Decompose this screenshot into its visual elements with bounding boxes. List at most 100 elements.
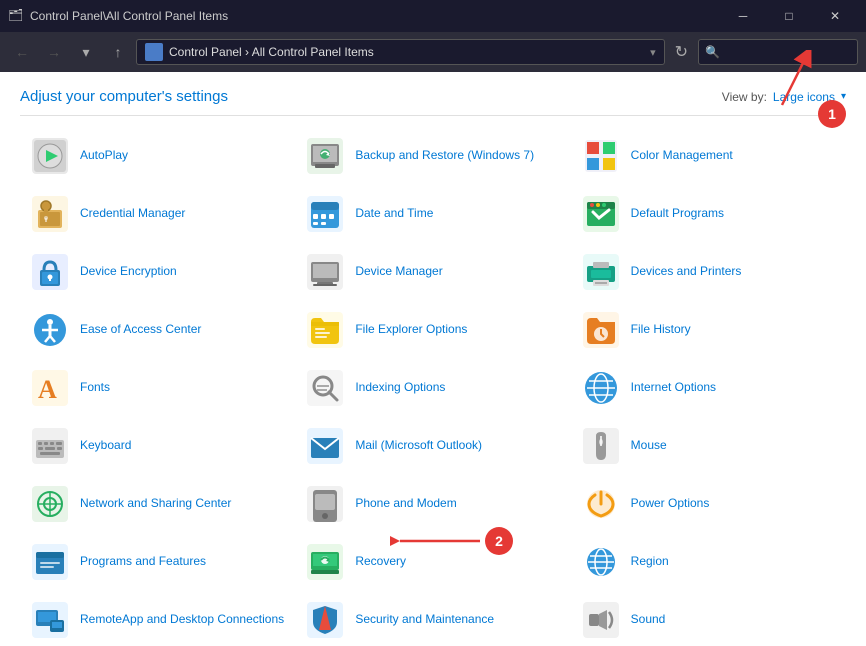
address-chevron[interactable]: ▾ bbox=[650, 46, 656, 59]
region-label: Region bbox=[631, 554, 669, 570]
cp-item-recovery[interactable]: Recovery bbox=[295, 534, 570, 590]
sound-label: Sound bbox=[631, 612, 666, 628]
cp-item-network-sharing[interactable]: Network and Sharing Center bbox=[20, 476, 295, 532]
mouse-icon bbox=[581, 426, 621, 466]
cp-item-power-options[interactable]: Power Options bbox=[571, 476, 846, 532]
cp-item-remoteapp[interactable]: RemoteApp and Desktop Connections bbox=[20, 592, 295, 646]
network-sharing-icon bbox=[30, 484, 70, 524]
view-by-value[interactable]: Large icons bbox=[773, 90, 835, 104]
cp-item-devices-printers[interactable]: Devices and Printers bbox=[571, 244, 846, 300]
view-by-chevron[interactable]: ▾ bbox=[841, 91, 846, 102]
color-management-icon bbox=[581, 136, 621, 176]
title-bar: 🗂 Control Panel\All Control Panel Items … bbox=[0, 0, 866, 32]
file-explorer-label: File Explorer Options bbox=[355, 322, 467, 338]
close-button[interactable]: ✕ bbox=[812, 0, 858, 32]
color-management-label: Color Management bbox=[631, 148, 733, 164]
recovery-label: Recovery bbox=[355, 554, 406, 570]
device-manager-icon bbox=[305, 252, 345, 292]
ease-access-icon bbox=[30, 310, 70, 350]
cp-item-mail[interactable]: Mail (Microsoft Outlook) bbox=[295, 418, 570, 474]
region-icon bbox=[581, 542, 621, 582]
view-by-control: View by: Large icons ▾ bbox=[722, 90, 846, 104]
cp-item-color-management[interactable]: Color Management bbox=[571, 128, 846, 184]
cp-item-sound[interactable]: Sound bbox=[571, 592, 846, 646]
cp-item-credential-manager[interactable]: Credential Manager bbox=[20, 186, 295, 242]
cp-item-region[interactable]: Region bbox=[571, 534, 846, 590]
address-input[interactable]: Control Panel › All Control Panel Items … bbox=[136, 39, 665, 65]
network-sharing-label: Network and Sharing Center bbox=[80, 496, 231, 512]
indexing-options-label: Indexing Options bbox=[355, 380, 445, 396]
device-encryption-icon bbox=[30, 252, 70, 292]
cp-item-default-programs[interactable]: Default Programs bbox=[571, 186, 846, 242]
keyboard-icon bbox=[30, 426, 70, 466]
minimize-button[interactable]: ─ bbox=[720, 0, 766, 32]
forward-button[interactable]: → bbox=[40, 38, 68, 66]
header-row: Adjust your computer's settings View by:… bbox=[20, 88, 846, 116]
cp-item-mouse[interactable]: Mouse bbox=[571, 418, 846, 474]
cp-item-file-explorer[interactable]: File Explorer Options bbox=[295, 302, 570, 358]
devices-printers-icon bbox=[581, 252, 621, 292]
cp-item-programs-features[interactable]: Programs and Features bbox=[20, 534, 295, 590]
date-time-icon bbox=[305, 194, 345, 234]
mail-label: Mail (Microsoft Outlook) bbox=[355, 438, 482, 454]
items-grid: AutoPlay Backup and Restore (Windows 7) … bbox=[20, 128, 846, 646]
app-window: 🗂 Control Panel\All Control Panel Items … bbox=[0, 0, 866, 646]
cp-item-device-manager[interactable]: Device Manager bbox=[295, 244, 570, 300]
file-explorer-icon bbox=[305, 310, 345, 350]
default-programs-label: Default Programs bbox=[631, 206, 724, 222]
dropdown-button[interactable]: ▾ bbox=[72, 38, 100, 66]
sound-icon bbox=[581, 600, 621, 640]
cp-item-autoplay[interactable]: AutoPlay bbox=[20, 128, 295, 184]
keyboard-label: Keyboard bbox=[80, 438, 131, 454]
search-box[interactable]: 🔍 bbox=[698, 39, 858, 65]
default-programs-icon bbox=[581, 194, 621, 234]
devices-printers-label: Devices and Printers bbox=[631, 264, 742, 280]
device-encryption-label: Device Encryption bbox=[80, 264, 177, 280]
phone-modem-icon bbox=[305, 484, 345, 524]
cp-item-ease-access[interactable]: Ease of Access Center bbox=[20, 302, 295, 358]
fonts-icon: A bbox=[30, 368, 70, 408]
file-history-icon bbox=[581, 310, 621, 350]
fonts-label: Fonts bbox=[80, 380, 110, 396]
power-options-icon bbox=[581, 484, 621, 524]
cp-item-fonts[interactable]: A Fonts bbox=[20, 360, 295, 416]
recovery-icon bbox=[305, 542, 345, 582]
window-icon: 🗂 bbox=[8, 8, 24, 24]
security-maintenance-label: Security and Maintenance bbox=[355, 612, 494, 628]
address-icon bbox=[145, 43, 163, 61]
file-history-label: File History bbox=[631, 322, 691, 338]
cp-item-file-history[interactable]: File History bbox=[571, 302, 846, 358]
security-maintenance-icon bbox=[305, 600, 345, 640]
backup-restore-label: Backup and Restore (Windows 7) bbox=[355, 148, 534, 164]
date-time-label: Date and Time bbox=[355, 206, 433, 222]
cp-item-internet-options[interactable]: Internet Options bbox=[571, 360, 846, 416]
cp-item-device-encryption[interactable]: Device Encryption bbox=[20, 244, 295, 300]
phone-modem-label: Phone and Modem bbox=[355, 496, 456, 512]
cp-item-keyboard[interactable]: Keyboard bbox=[20, 418, 295, 474]
internet-options-icon bbox=[581, 368, 621, 408]
window-controls: ─ □ ✕ bbox=[720, 0, 858, 32]
mail-icon bbox=[305, 426, 345, 466]
svg-text:A: A bbox=[38, 375, 57, 404]
device-manager-label: Device Manager bbox=[355, 264, 442, 280]
mouse-label: Mouse bbox=[631, 438, 667, 454]
refresh-button[interactable]: ↻ bbox=[669, 42, 694, 62]
programs-features-icon bbox=[30, 542, 70, 582]
indexing-options-icon bbox=[305, 368, 345, 408]
maximize-button[interactable]: □ bbox=[766, 0, 812, 32]
power-options-label: Power Options bbox=[631, 496, 710, 512]
up-button[interactable]: ↑ bbox=[104, 38, 132, 66]
address-text: Control Panel › All Control Panel Items bbox=[169, 45, 374, 59]
page-title: Adjust your computer's settings bbox=[20, 88, 228, 105]
cp-item-security-maintenance[interactable]: Security and Maintenance bbox=[295, 592, 570, 646]
remoteapp-icon bbox=[30, 600, 70, 640]
cp-item-phone-modem[interactable]: Phone and Modem bbox=[295, 476, 570, 532]
cp-item-backup-restore[interactable]: Backup and Restore (Windows 7) bbox=[295, 128, 570, 184]
cp-item-indexing-options[interactable]: Indexing Options bbox=[295, 360, 570, 416]
cp-item-date-time[interactable]: Date and Time bbox=[295, 186, 570, 242]
search-icon: 🔍 bbox=[705, 45, 720, 59]
main-content: Adjust your computer's settings View by:… bbox=[0, 72, 866, 646]
remoteapp-label: RemoteApp and Desktop Connections bbox=[80, 612, 284, 628]
back-button[interactable]: ← bbox=[8, 38, 36, 66]
programs-features-label: Programs and Features bbox=[80, 554, 206, 570]
